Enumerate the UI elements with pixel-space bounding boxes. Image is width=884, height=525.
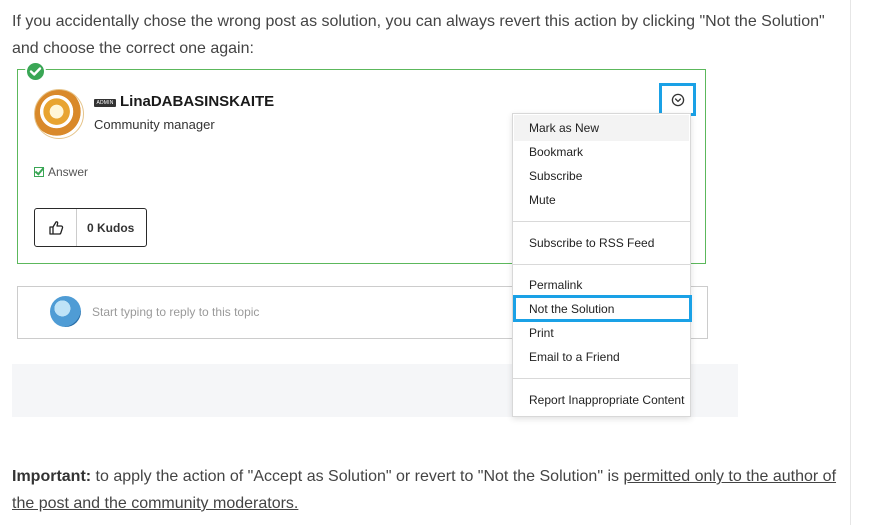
menu-item-subscribe[interactable]: Subscribe [529, 169, 582, 183]
menu-divider [513, 221, 690, 222]
answer-label: Answer [48, 165, 89, 179]
solution-checkmark-icon [25, 61, 46, 82]
important-note: Important: to apply the action of "Accep… [12, 463, 842, 517]
menu-item-subscribe-rss[interactable]: Subscribe to RSS Feed [529, 236, 654, 250]
user-avatar [50, 296, 81, 327]
answer-indicator: Answer [34, 165, 88, 179]
kudos-count[interactable]: 0 Kudos [77, 209, 146, 246]
author-rank-badge: ADMIN [94, 99, 116, 107]
answer-check-icon [34, 167, 44, 177]
menu-item-email-friend[interactable]: Email to a Friend [529, 350, 620, 364]
intro-paragraph: If you accidentally chose the wrong post… [12, 13, 825, 57]
author-name-link[interactable]: LinaDABASINSKAITE [120, 93, 274, 110]
menu-item-mark-as-new[interactable]: Mark as New [529, 121, 599, 135]
menu-item-bookmark[interactable]: Bookmark [529, 145, 583, 159]
menu-item-report-content[interactable]: Report Inappropriate Content [529, 393, 684, 407]
menu-item-permalink[interactable]: Permalink [529, 278, 582, 292]
menu-divider [513, 264, 690, 265]
chevron-down-circle-icon [671, 93, 684, 106]
author-role: Community manager [94, 117, 215, 132]
kudos-widget: 0 Kudos [34, 208, 147, 247]
reply-placeholder[interactable]: Start typing to reply to this topic [92, 305, 259, 319]
important-label: Important: [12, 468, 92, 485]
menu-divider [513, 378, 690, 379]
menu-item-print[interactable]: Print [529, 326, 554, 340]
not-the-solution-highlight [513, 295, 692, 322]
important-text: to apply the action of "Accept as Soluti… [91, 468, 624, 485]
page-right-border [850, 0, 851, 525]
menu-item-mute[interactable]: Mute [529, 193, 556, 207]
author-avatar[interactable] [34, 89, 84, 139]
post-options-button[interactable] [659, 83, 696, 116]
thumbs-up-icon [48, 220, 63, 235]
post-options-menu: Mark as New Bookmark Subscribe Mute Subs… [512, 113, 691, 417]
give-kudos-button[interactable] [35, 209, 77, 246]
